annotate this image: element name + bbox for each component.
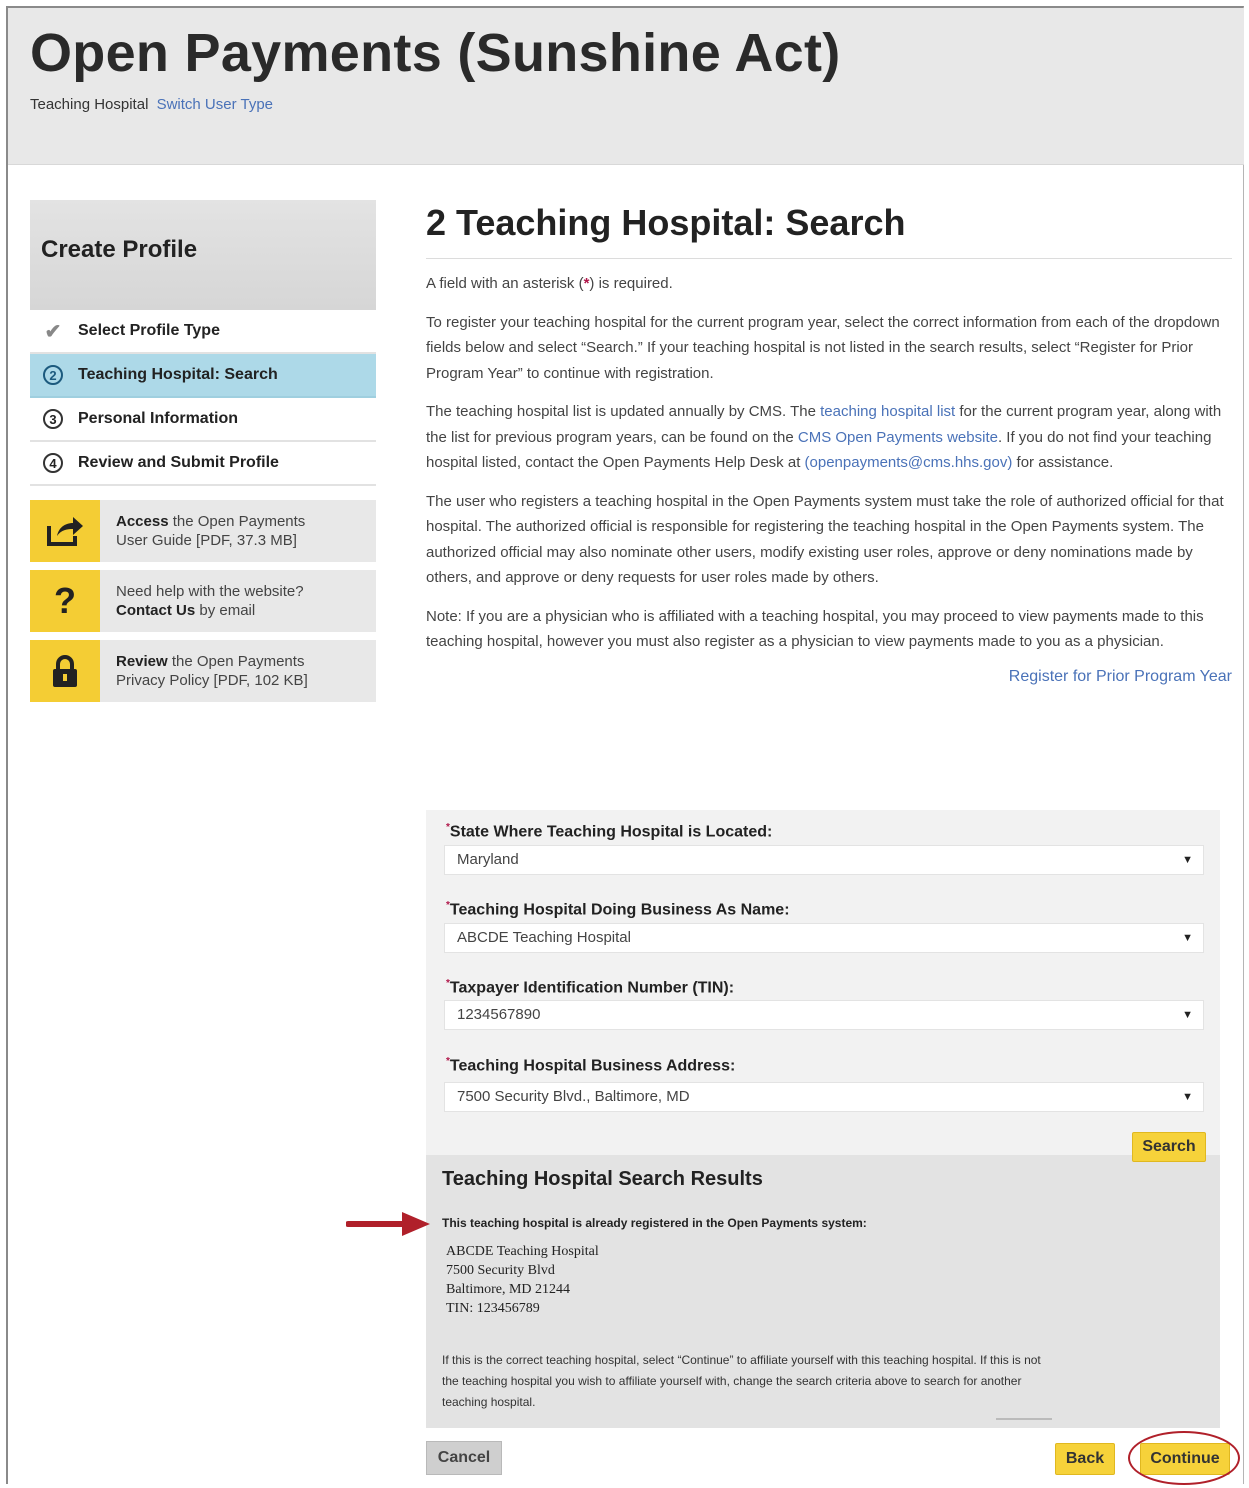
dba-name-label: *Teaching Hospital Doing Business As Nam…	[446, 900, 790, 919]
authorized-official-paragraph: The user who registers a teaching hospit…	[426, 492, 1224, 587]
dba-name-select[interactable]: ABCDE Teaching Hospital ▼	[444, 923, 1204, 953]
step-select-profile-type[interactable]: ✔ Select Profile Type	[30, 310, 376, 354]
create-profile-header: Create Profile	[30, 200, 376, 310]
question-icon: ?	[30, 570, 100, 632]
step-number-icon: 4	[43, 453, 63, 473]
cancel-button[interactable]: Cancel	[426, 1441, 502, 1475]
step-number-icon: 3	[43, 409, 63, 429]
dropdown-caret-icon: ▼	[1182, 932, 1193, 944]
sidebar: Create Profile ✔ Select Profile Type 2 T…	[30, 200, 376, 702]
continue-instructions: If this is the correct teaching hospital…	[442, 1353, 1041, 1409]
tin-select[interactable]: 1234567890 ▼	[444, 1000, 1204, 1030]
main-content: 2 Teaching Hospital: Search A field with…	[426, 196, 1232, 686]
address-select[interactable]: 7500 Security Blvd., Baltimore, MD ▼	[444, 1082, 1204, 1112]
help-contact-us[interactable]: ? Need help with the website? Contact Us…	[30, 570, 376, 632]
state-select[interactable]: Maryland ▼	[444, 845, 1204, 875]
required-note: A field with an asterisk (*) is required…	[426, 275, 673, 292]
user-type-label: Teaching Hospital	[30, 96, 149, 113]
teaching-hospital-list-link[interactable]: teaching hospital list	[820, 403, 955, 420]
register-prior-year-link[interactable]: Register for Prior Program Year	[1009, 668, 1232, 685]
dropdown-caret-icon: ▼	[1182, 1009, 1193, 1021]
share-icon	[30, 500, 100, 562]
hospital-result-address: ABCDE Teaching Hospital 7500 Security Bl…	[446, 1244, 599, 1316]
help-bold: Access	[116, 513, 169, 530]
instructions-paragraph: To register your teaching hospital for t…	[426, 313, 1220, 382]
divider	[996, 1418, 1052, 1420]
page-title: 2 Teaching Hospital: Search	[426, 202, 906, 243]
red-arrow-annotation	[346, 1212, 430, 1236]
cms-open-payments-link[interactable]: CMS Open Payments website	[798, 429, 998, 446]
help-privacy-policy[interactable]: Review the Open Payments Privacy Policy …	[30, 640, 376, 702]
step-label: Review and Submit Profile	[78, 454, 279, 471]
step-label: Personal Information	[78, 410, 239, 427]
help-bold: Contact Us	[116, 602, 196, 619]
step-review-submit-profile[interactable]: 4 Review and Submit Profile	[30, 442, 376, 486]
step-personal-information[interactable]: 3 Personal Information	[30, 398, 376, 442]
user-type-line: Teaching Hospital Switch User Type	[30, 96, 273, 113]
step-teaching-hospital-search[interactable]: 2 Teaching Hospital: Search	[30, 354, 376, 398]
hospital-list-paragraph: The teaching hospital list is updated an…	[426, 403, 1222, 471]
search-button[interactable]: Search	[1132, 1132, 1206, 1162]
step-number-icon: 2	[43, 365, 63, 385]
step-label: Select Profile Type	[78, 322, 220, 339]
help-desk-email-link[interactable]: (openpayments@cms.hhs.gov)	[805, 454, 1013, 471]
site-header: Open Payments (Sunshine Act) Teaching Ho…	[8, 8, 1244, 165]
back-button[interactable]: Back	[1055, 1443, 1115, 1475]
site-title: Open Payments (Sunshine Act)	[30, 23, 841, 83]
title-divider	[426, 258, 1232, 259]
address-label: *Teaching Hospital Business Address:	[446, 1056, 736, 1075]
tin-label: *Taxpayer Identification Number (TIN):	[446, 978, 735, 997]
results-title: Teaching Hospital Search Results	[442, 1168, 763, 1190]
switch-user-type-link[interactable]: Switch User Type	[157, 96, 273, 113]
state-label: *State Where Teaching Hospital is Locate…	[446, 822, 773, 841]
red-circle-annotation	[1128, 1431, 1240, 1485]
dropdown-caret-icon: ▼	[1182, 854, 1193, 866]
help-user-guide[interactable]: Access the Open Payments User Guide [PDF…	[30, 500, 376, 562]
lock-icon	[30, 640, 100, 702]
create-profile-title: Create Profile	[41, 236, 198, 263]
physician-note-paragraph: Note: If you are a physician who is affi…	[426, 607, 1204, 651]
already-registered-message: This teaching hospital is already regist…	[442, 1216, 867, 1230]
help-bold: Review	[116, 653, 168, 670]
check-icon: ✔	[44, 320, 62, 343]
dropdown-caret-icon: ▼	[1182, 1091, 1193, 1103]
step-label: Teaching Hospital: Search	[78, 366, 278, 383]
search-form-panel: *State Where Teaching Hospital is Locate…	[426, 810, 1220, 1428]
